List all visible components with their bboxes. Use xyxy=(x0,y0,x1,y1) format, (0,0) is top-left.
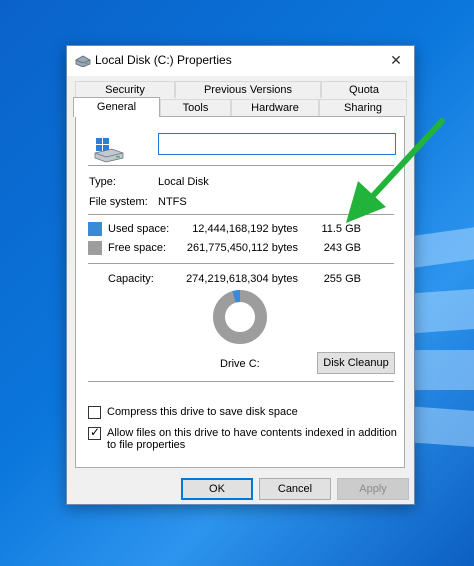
used-space-arc xyxy=(232,290,241,303)
window-title: Local Disk (C:) Properties xyxy=(95,53,232,67)
index-label-line-2: to file properties xyxy=(107,439,186,451)
type-label: Type: xyxy=(89,176,116,188)
index-checkbox[interactable]: ✓ xyxy=(88,425,101,440)
green-arrow-annotation xyxy=(346,118,445,223)
used-space-label: Used space: xyxy=(108,223,170,235)
tab-quota[interactable]: Quota xyxy=(321,81,407,98)
wallpaper-light-beam xyxy=(410,350,474,390)
compress-label: Compress this drive to save disk space xyxy=(107,406,298,418)
title-bar[interactable]: Local Disk (C:) Properties ✕ xyxy=(67,46,414,76)
cancel-button[interactable]: Cancel xyxy=(259,478,331,500)
close-button[interactable]: ✕ xyxy=(378,46,414,76)
free-space-size: 243 GB xyxy=(323,242,361,254)
capacity-bytes: 274,219,618,304 bytes xyxy=(186,273,298,285)
tab-general[interactable]: General xyxy=(73,97,160,117)
free-space-label: Free space: xyxy=(108,242,167,254)
divider xyxy=(88,381,394,382)
capacity-label: Capacity: xyxy=(108,273,154,285)
file-system-label: File system: xyxy=(89,196,148,208)
drive-icon xyxy=(75,55,91,67)
wallpaper-light-beam xyxy=(405,286,474,334)
used-space-bytes: 12,444,168,192 bytes xyxy=(192,223,298,235)
type-value: Local Disk xyxy=(158,176,209,188)
used-space-swatch xyxy=(88,222,102,236)
drive-label: Drive C: xyxy=(220,358,260,370)
drive-icon xyxy=(94,138,124,163)
compress-checkbox[interactable] xyxy=(88,406,101,419)
tab-sharing[interactable]: Sharing xyxy=(319,99,407,116)
properties-dialog: Local Disk (C:) Properties ✕ Security Pr… xyxy=(66,45,415,505)
file-system-value: NTFS xyxy=(158,196,187,208)
tab-hardware[interactable]: Hardware xyxy=(231,99,319,116)
disk-cleanup-button[interactable]: Disk Cleanup xyxy=(317,352,395,374)
arrow-shaft xyxy=(367,118,445,202)
disk-usage-donut xyxy=(213,290,267,344)
capacity-size: 255 GB xyxy=(323,273,361,285)
ok-button[interactable]: OK xyxy=(181,478,253,500)
tab-tools[interactable]: Tools xyxy=(160,99,231,116)
tab-previous-versions[interactable]: Previous Versions xyxy=(175,81,321,98)
checkmark-icon: ✓ xyxy=(90,425,101,439)
free-space-ring xyxy=(213,290,267,344)
tab-security[interactable]: Security xyxy=(75,81,175,98)
wallpaper-light-beam xyxy=(412,406,474,450)
free-space-swatch xyxy=(88,241,102,255)
apply-button[interactable]: Apply xyxy=(337,478,409,500)
divider xyxy=(88,263,394,264)
free-space-bytes: 261,775,450,112 bytes xyxy=(186,242,298,254)
